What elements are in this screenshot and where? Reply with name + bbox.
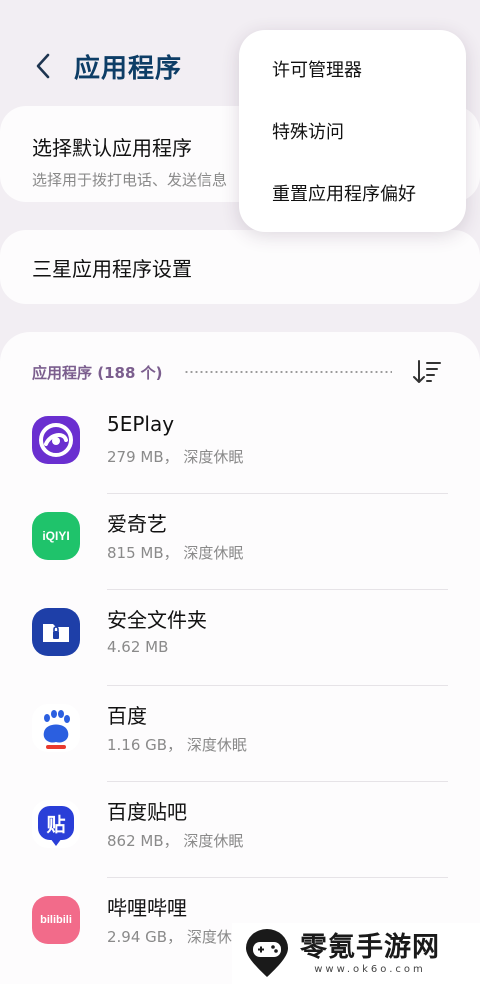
menu-item-reset-app-preferences[interactable]: 重置应用程序偏好 (239, 162, 466, 224)
5eplay-icon (32, 416, 80, 464)
watermark-text: 零氪手游网 www.ok6o.com (300, 932, 440, 975)
watermark-url: www.ok6o.com (314, 964, 426, 975)
app-name: 安全文件夹 (107, 608, 207, 632)
menu-item-permission-manager[interactable]: 许可管理器 (239, 38, 466, 100)
apps-list-header: 应用程序 (188 个) (32, 360, 444, 384)
app-name: 百度贴吧 (107, 800, 187, 824)
secure-folder-icon (32, 608, 80, 656)
apps-list-card: 应用程序 (188 个) 5EPlay 279 MB， 深度休眠 iQIYI 爱… (0, 332, 480, 984)
sort-button[interactable] (410, 355, 444, 389)
app-meta: 2.94 GB， 深度休眠 (107, 928, 247, 946)
app-row-tieba[interactable]: 贴 百度贴吧 862 MB， 深度休眠 (0, 782, 480, 878)
iqiyi-icon: iQIYI (32, 512, 80, 560)
overflow-menu: 许可管理器 特殊访问 重置应用程序偏好 (239, 30, 466, 232)
app-meta: 1.16 GB， 深度休眠 (107, 736, 247, 754)
samsung-app-settings-card[interactable]: 三星应用程序设置 (0, 230, 480, 304)
app-name: 百度 (107, 704, 147, 728)
tieba-icon-text: 贴 (46, 814, 66, 836)
baidu-icon (32, 704, 80, 752)
page-title: 应用程序 (74, 53, 183, 84)
bilibili-icon: bilibili (32, 896, 80, 944)
bilibili-icon-text: bilibili (40, 914, 72, 926)
sort-icon (413, 360, 441, 383)
app-name: 5EPlay (107, 412, 175, 436)
apps-count-label: 应用程序 (188 个) (32, 363, 163, 382)
tieba-icon: 贴 (32, 800, 80, 848)
dotted-divider (184, 371, 392, 373)
app-row-5eplay[interactable]: 5EPlay 279 MB， 深度休眠 (0, 398, 480, 494)
iqiyi-icon-text: iQIYI (42, 529, 70, 543)
app-meta: 862 MB， 深度休眠 (107, 832, 244, 850)
back-button[interactable] (18, 40, 70, 92)
watermark-logo-icon (246, 928, 288, 977)
app-name: 哔哩哔哩 (107, 896, 187, 920)
app-meta: 815 MB， 深度休眠 (107, 544, 244, 562)
chevron-left-icon (36, 53, 50, 79)
samsung-app-settings-title: 三星应用程序设置 (32, 256, 192, 281)
watermark-title: 零氪手游网 (300, 932, 440, 963)
app-meta: 279 MB， 深度休眠 (107, 448, 244, 466)
app-name: 爱奇艺 (107, 512, 167, 536)
app-meta: 4.62 MB (107, 638, 169, 656)
app-row-baidu[interactable]: 百度 1.16 GB， 深度休眠 (0, 686, 480, 782)
menu-item-special-access[interactable]: 特殊访问 (239, 100, 466, 162)
watermark: 零氪手游网 www.ok6o.com (232, 923, 480, 984)
app-row-secure-folder[interactable]: 安全文件夹 4.62 MB (0, 590, 480, 686)
app-row-iqiyi[interactable]: iQIYI 爱奇艺 815 MB， 深度休眠 (0, 494, 480, 590)
